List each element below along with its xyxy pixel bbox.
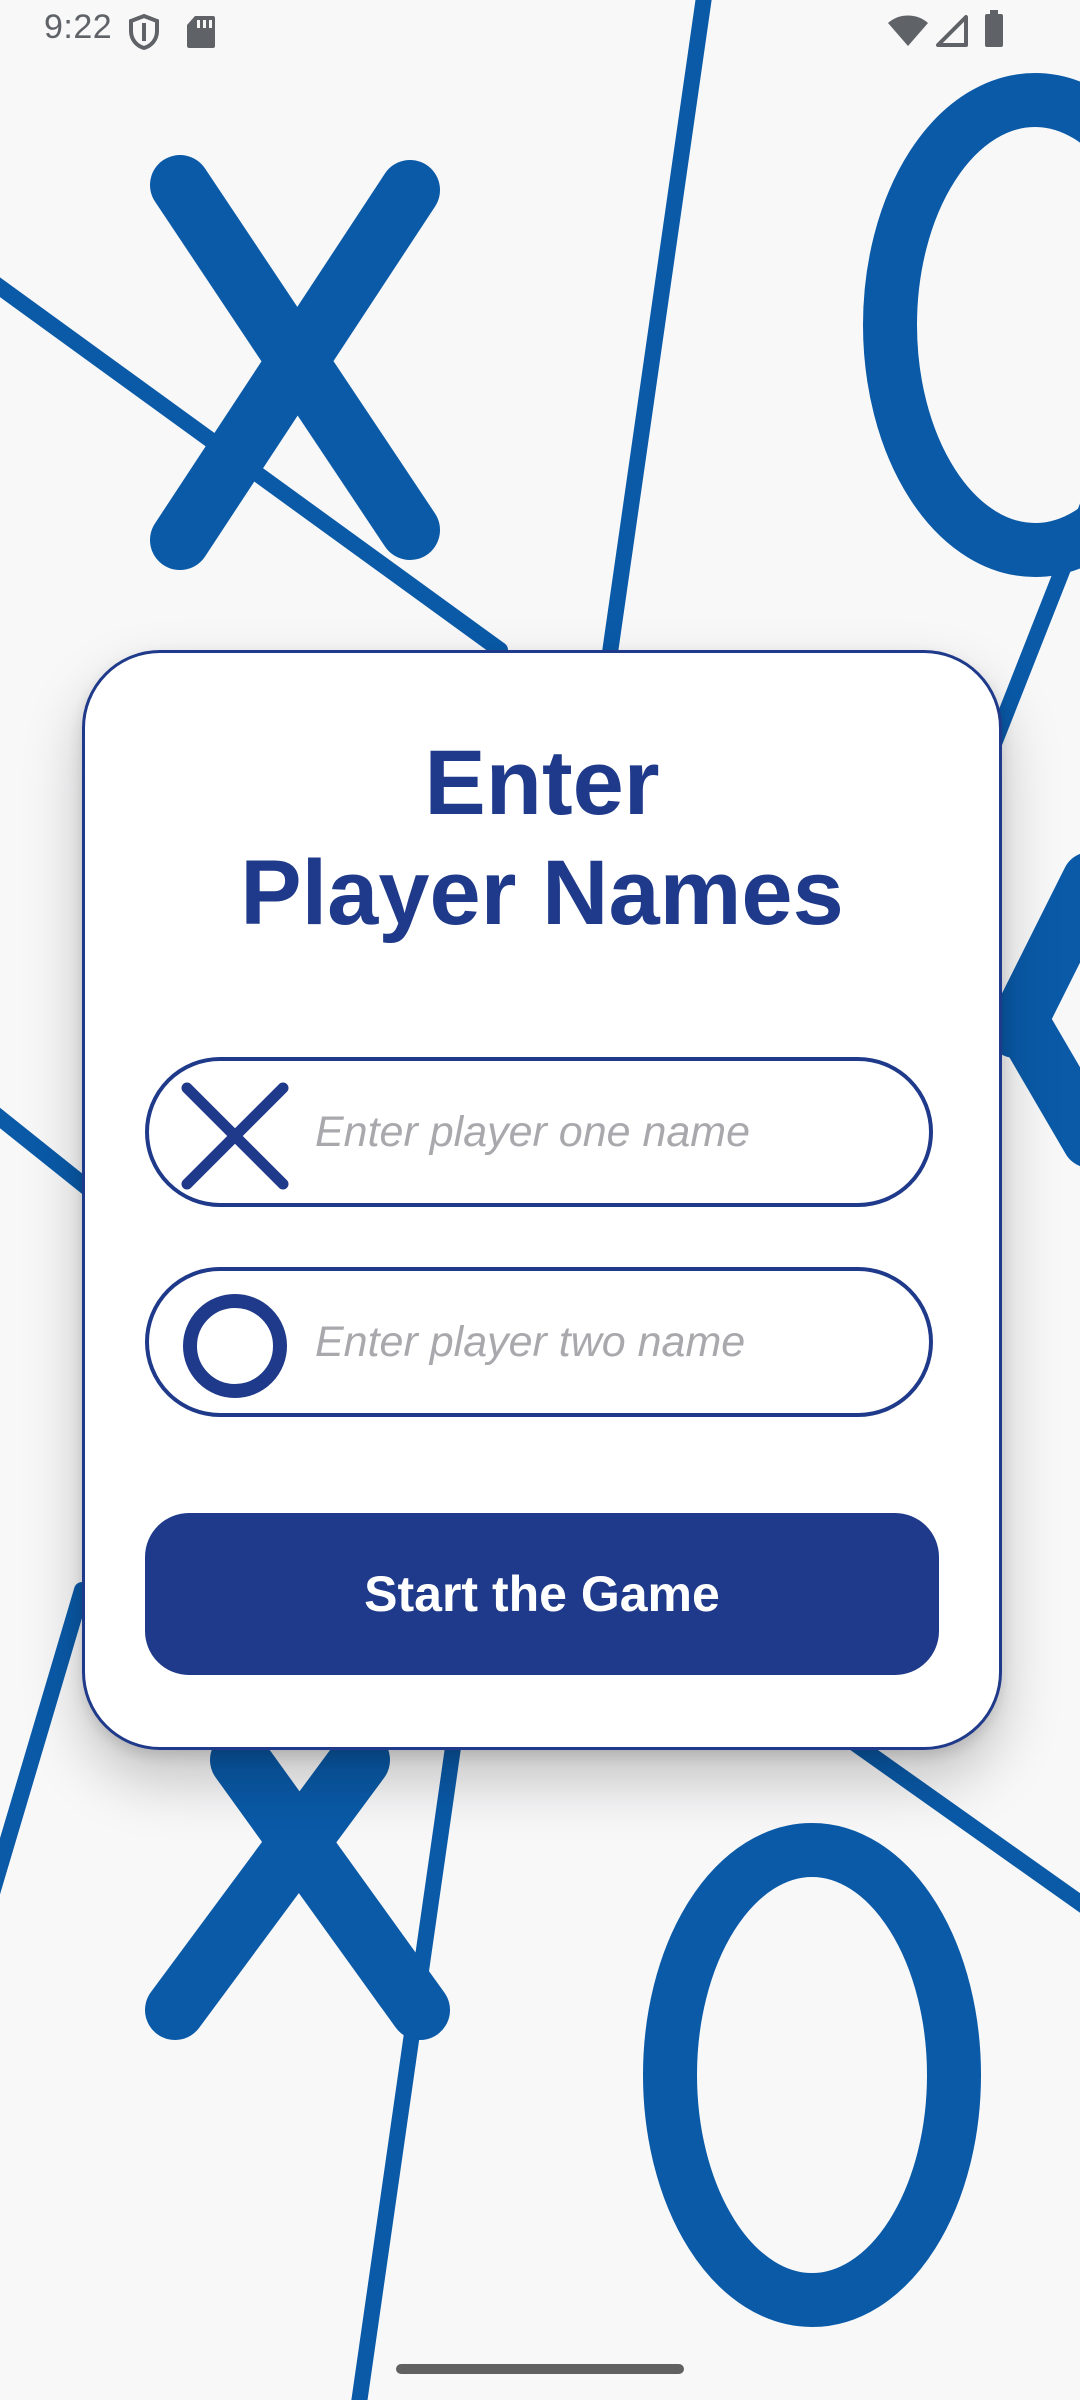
status-bar: 9:22 xyxy=(0,0,1080,64)
player-one-name-input[interactable] xyxy=(315,1061,895,1203)
o-mark-top-right xyxy=(863,73,1080,577)
sd-card-icon xyxy=(187,16,215,48)
player-names-card: Enter Player Names Start the Game xyxy=(82,650,1002,1750)
x-mark-top-left xyxy=(150,155,440,570)
card-title: Enter Player Names xyxy=(85,728,999,948)
x-mark-right-edge xyxy=(987,854,1080,1166)
player-two-name-input[interactable] xyxy=(315,1271,895,1413)
cell-signal-icon xyxy=(936,15,968,47)
o-mark-icon xyxy=(183,1294,287,1398)
o-mark-bottom-right xyxy=(643,1823,981,2327)
grid-line xyxy=(0,1107,98,1198)
shield-icon xyxy=(129,14,159,50)
x-mark-bottom-left xyxy=(145,1730,450,2040)
grid-line xyxy=(0,1582,90,1895)
home-indicator[interactable] xyxy=(396,2364,684,2374)
card-title-line-1: Enter xyxy=(424,732,660,834)
player-one-field[interactable] xyxy=(145,1057,933,1207)
player-two-field[interactable] xyxy=(145,1267,933,1417)
start-game-button[interactable]: Start the Game xyxy=(145,1513,939,1675)
wifi-icon xyxy=(888,15,928,46)
battery-icon xyxy=(985,10,1003,47)
x-mark-icon xyxy=(181,1082,289,1190)
card-title-line-2: Player Names xyxy=(240,842,844,944)
status-time: 9:22 xyxy=(44,8,113,46)
